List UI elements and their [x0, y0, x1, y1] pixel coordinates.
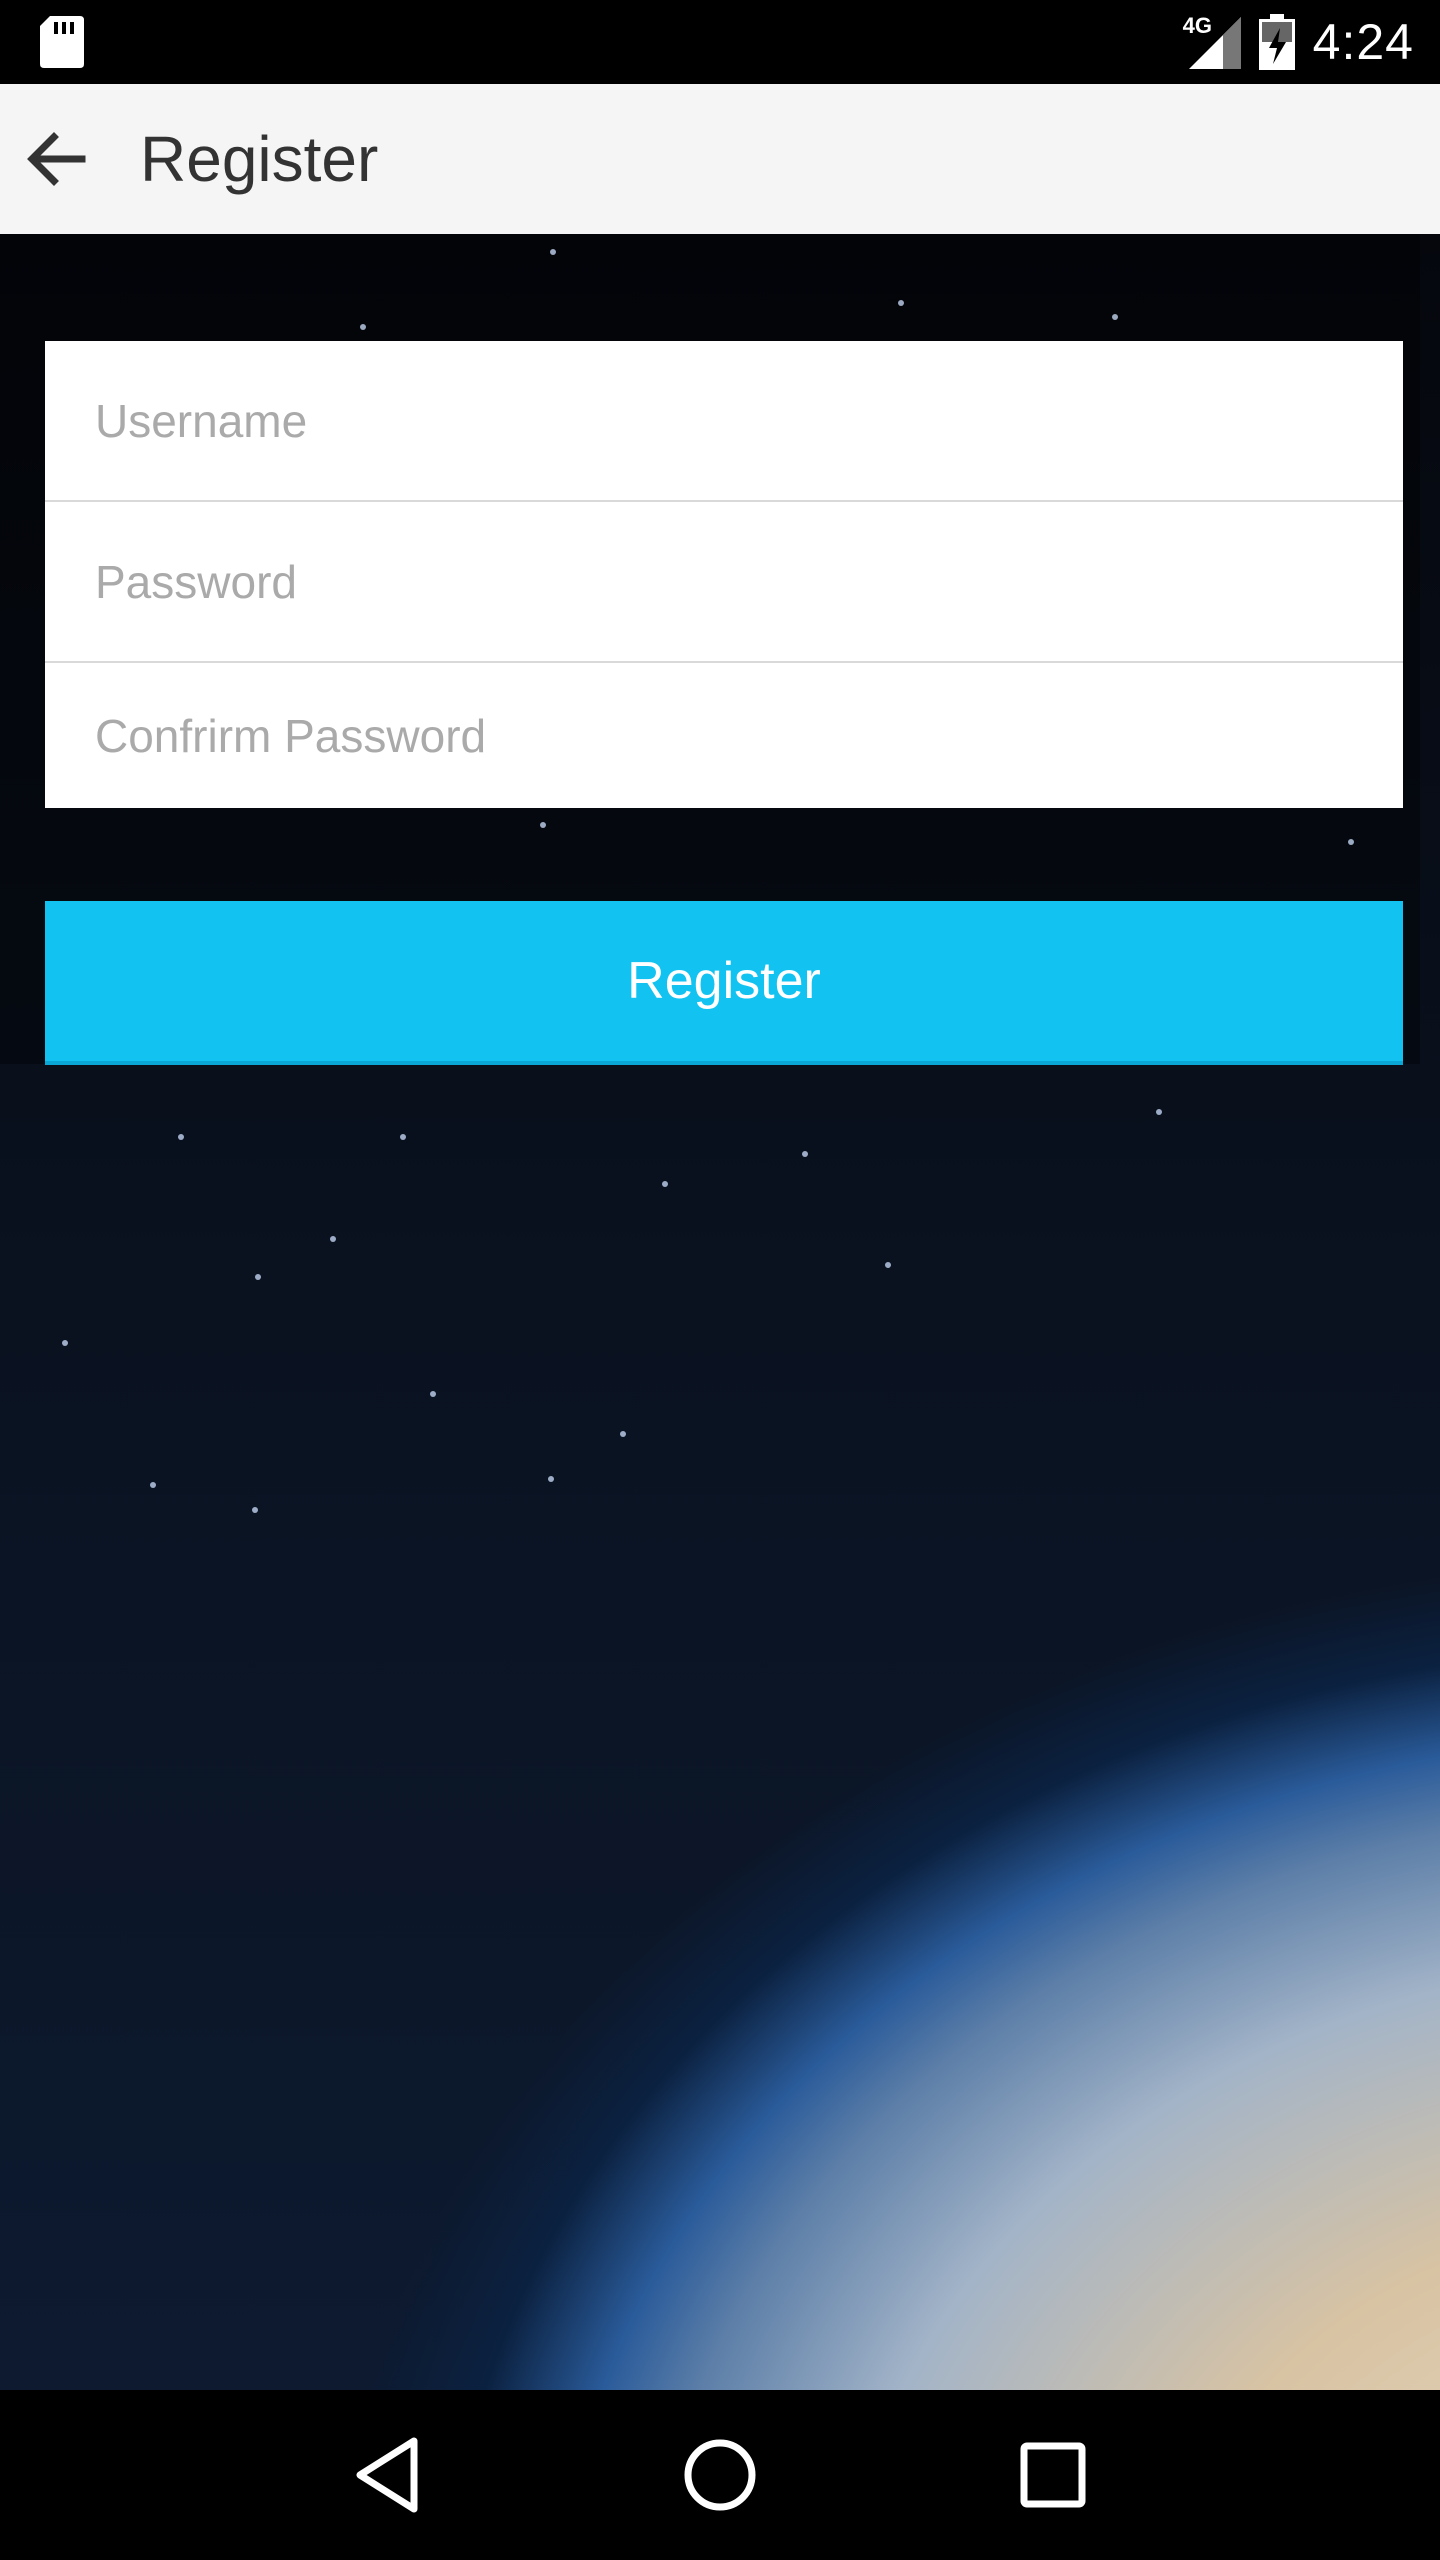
nav-home-button[interactable] [665, 2420, 775, 2530]
app-bar: Register [0, 84, 1440, 234]
password-row [45, 502, 1403, 663]
back-button[interactable] [0, 84, 112, 234]
register-form [45, 341, 1403, 808]
confirm-password-row [45, 663, 1403, 808]
arrow-back-icon [27, 132, 86, 186]
confirm-password-input[interactable] [95, 708, 1403, 763]
clock: 4:24 [1312, 14, 1414, 70]
navigation-bar [0, 2390, 1440, 2560]
nav-back-button[interactable] [332, 2420, 442, 2530]
register-button[interactable]: Register [45, 901, 1403, 1061]
battery-charging-icon [1258, 14, 1295, 70]
page-title: Register [140, 123, 379, 195]
password-input[interactable] [95, 554, 1403, 609]
sd-card-icon [40, 16, 84, 68]
signal-icon: 4G [1183, 13, 1241, 69]
recents-square-icon [1020, 2442, 1086, 2508]
nav-recents-button[interactable] [998, 2420, 1108, 2530]
username-row [45, 341, 1403, 502]
screen: 4G 4:24 Register Username Register [0, 0, 1440, 2560]
home-circle-icon [684, 2439, 756, 2511]
username-input[interactable] [95, 393, 1403, 448]
background-image: Register [0, 234, 1440, 2390]
status-bar: 4G 4:24 [0, 0, 1440, 84]
status-icons: 4G 4:24 [1183, 0, 1414, 84]
back-triangle-icon [356, 2437, 418, 2513]
